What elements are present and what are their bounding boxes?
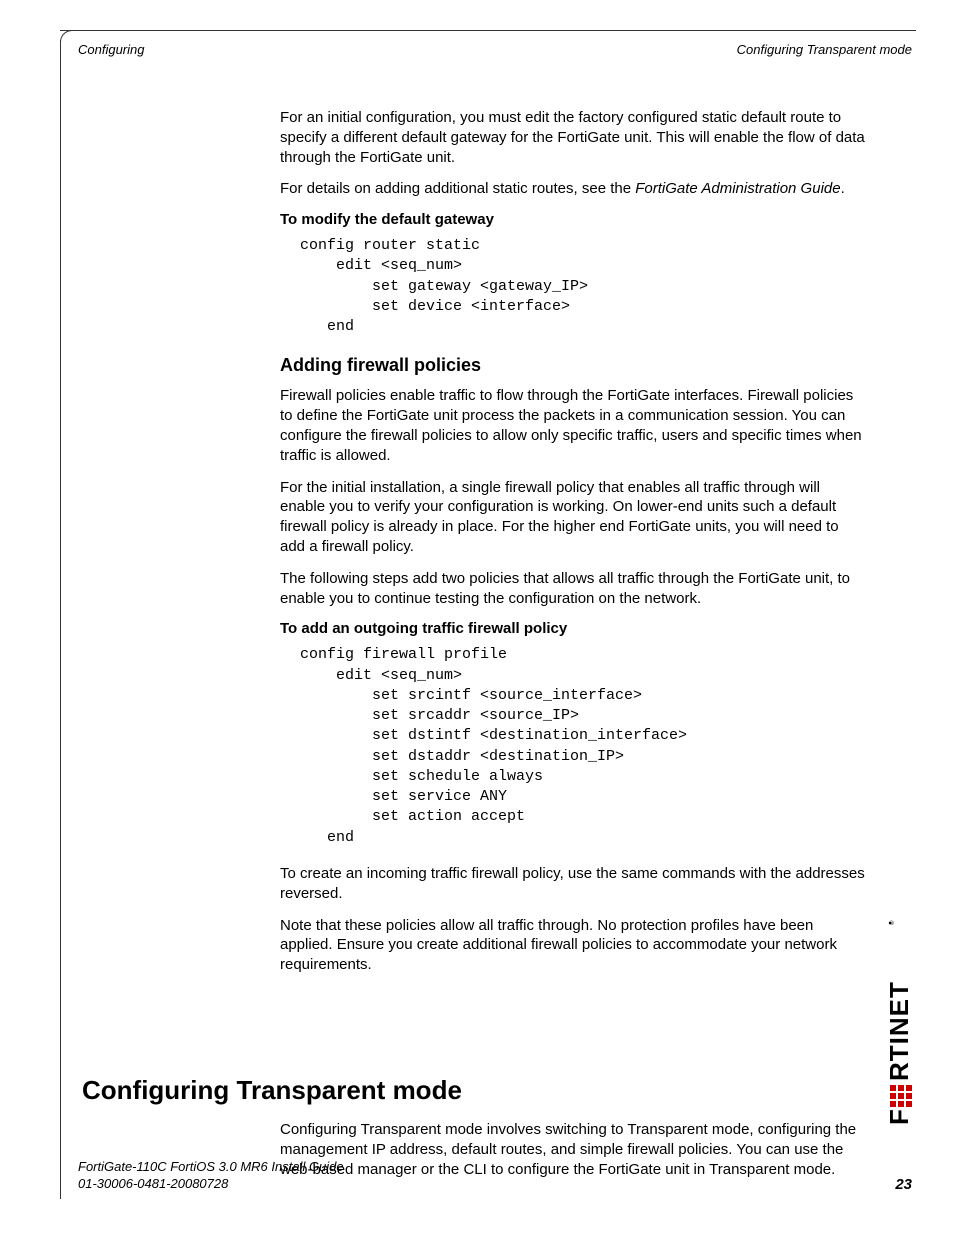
running-header: Configuring Configuring Transparent mode (78, 42, 912, 57)
frame-top-line (60, 30, 916, 31)
firewall-paragraph-4: To create an incoming traffic firewall p… (280, 864, 866, 904)
header-left: Configuring (78, 42, 145, 57)
firewall-policy-heading: To add an outgoing traffic firewall poli… (280, 620, 866, 637)
firewall-code-block: config firewall profile edit <seq_num> s… (300, 645, 866, 848)
intro-p2-italic: FortiGate Administration Guide (635, 180, 840, 197)
fortinet-logo-icon: F RTINET ® (886, 905, 914, 1125)
header-right: Configuring Transparent mode (737, 42, 912, 57)
firewall-paragraph-3: The following steps add two policies tha… (280, 569, 866, 609)
svg-text:F: F (886, 1108, 914, 1125)
gateway-code-block: config router static edit <seq_num> set … (300, 236, 866, 337)
main-content: For an initial configuration, you must e… (280, 108, 866, 987)
svg-text:RTINET: RTINET (886, 981, 914, 1081)
svg-text:®: ® (889, 920, 896, 925)
frame-left-line (60, 40, 61, 1199)
firewall-section-heading: Adding firewall policies (280, 355, 866, 376)
footer-line-2: 01-30006-0481-20080728 (78, 1176, 344, 1193)
firewall-paragraph-1: Firewall policies enable traffic to flow… (280, 386, 866, 465)
intro-p2-text-b: . (841, 180, 845, 197)
intro-p2-text-a: For details on adding additional static … (280, 180, 635, 197)
intro-paragraph-2: For details on adding additional static … (280, 179, 866, 199)
intro-paragraph-1: For an initial configuration, you must e… (280, 108, 866, 167)
transparent-heading: Configuring Transparent mode (82, 1075, 866, 1106)
fortinet-logo-svg: F RTINET ® (886, 905, 914, 1125)
firewall-paragraph-2: For the initial installation, a single f… (280, 478, 866, 557)
page-number: 23 (895, 1176, 912, 1193)
page-footer: FortiGate-110C FortiOS 3.0 MR6 Install G… (78, 1159, 912, 1193)
document-page: Configuring Configuring Transparent mode… (0, 0, 954, 1235)
gateway-heading: To modify the default gateway (280, 211, 866, 228)
firewall-paragraph-5: Note that these policies allow all traff… (280, 916, 866, 975)
footer-line-1: FortiGate-110C FortiOS 3.0 MR6 Install G… (78, 1159, 344, 1176)
footer-left: FortiGate-110C FortiOS 3.0 MR6 Install G… (78, 1159, 344, 1193)
frame-corner (60, 30, 72, 42)
